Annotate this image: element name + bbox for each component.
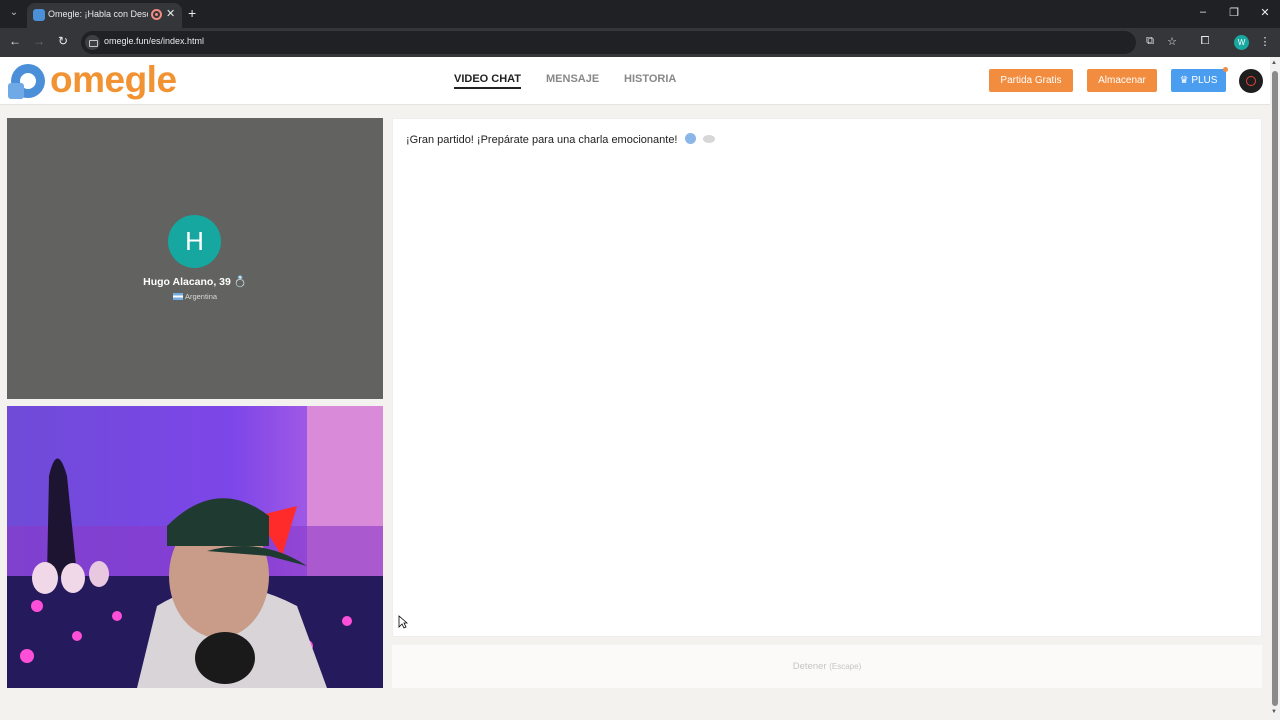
mouse-cursor-icon: [398, 615, 408, 629]
system-message: ¡Gran partido! ¡Prepárate para una charl…: [406, 133, 715, 146]
free-match-button[interactable]: Partida Gratis: [989, 69, 1073, 92]
stranger-country: Argentina: [184, 292, 218, 301]
close-window-icon[interactable]: ✕: [1257, 6, 1273, 19]
speech-bubble-icon: [702, 135, 715, 143]
reload-icon[interactable]: ↻: [55, 34, 71, 48]
nav-mensaje[interactable]: MENSAJE: [546, 73, 599, 85]
scroll-up-icon[interactable]: ▲: [1271, 60, 1277, 66]
close-tab-icon[interactable]: ✕: [166, 7, 175, 20]
omegle-logo-icon[interactable]: [6, 61, 46, 101]
stop-label: Detener: [792, 661, 827, 672]
stranger-video-panel: H Hugo Alacano, 39 💍 Argentina: [7, 118, 383, 399]
browser-tab[interactable]: Omegle: ¡Habla con Descon ✕: [27, 3, 182, 28]
stranger-name: Hugo Alacano, 39: [143, 276, 231, 288]
notification-dot: [1223, 67, 1228, 72]
extensions-icon[interactable]: ⧠: [1198, 35, 1212, 48]
back-icon[interactable]: ←: [7, 34, 23, 48]
scroll-down-icon[interactable]: ▼: [1271, 709, 1277, 715]
minimize-icon[interactable]: –: [1195, 6, 1211, 18]
install-app-icon[interactable]: ⧉: [1143, 35, 1157, 48]
argentina-flag-icon: [172, 293, 183, 300]
recording-icon: [151, 9, 162, 20]
scroll-thumb[interactable]: [1272, 71, 1278, 706]
plus-label: PLUS: [1191, 75, 1218, 86]
crown-icon: ♛: [1179, 75, 1192, 86]
menu-icon[interactable]: ⋮: [1258, 35, 1272, 48]
tab-favicon-icon: [33, 9, 45, 21]
system-message-text: ¡Gran partido! ¡Prepárate para una charl…: [406, 134, 678, 146]
store-button[interactable]: Almacenar: [1087, 69, 1157, 92]
browser-tab-bar: ⌄ Omegle: ¡Habla con Descon ✕ + – ❐ ✕: [0, 0, 1280, 28]
url-text[interactable]: omegle.fun/es/index.html: [104, 36, 204, 46]
webcam-video-image: [7, 406, 383, 688]
forward-icon[interactable]: →: [31, 34, 47, 48]
page-scrollbar[interactable]: ▲ ▼: [1270, 57, 1280, 720]
tab-title: Omegle: ¡Habla con Descon: [48, 9, 148, 19]
tab-search-icon[interactable]: ⌄: [6, 5, 22, 21]
stranger-country-row: Argentina: [7, 292, 383, 301]
stop-button[interactable]: Detener (Escape): [392, 661, 1262, 672]
stranger-name-row: Hugo Alacano, 39 💍: [7, 275, 383, 288]
plus-button[interactable]: ♛ PLUS: [1171, 69, 1226, 92]
site-header: omegle VIDEO CHAT MENSAJE HISTORIA Parti…: [0, 57, 1270, 105]
browser-toolbar: ← → ↻ omegle.fun/es/index.html ⧉ ☆ ⧠ ⋮: [0, 28, 1280, 57]
bookmark-star-icon[interactable]: ☆: [1165, 35, 1179, 48]
profile-avatar[interactable]: W: [1234, 35, 1249, 50]
stop-bar: Detener (Escape): [392, 645, 1262, 688]
logo-text[interactable]: omegle: [50, 59, 177, 101]
chat-log: ¡Gran partido! ¡Prepárate para una charl…: [392, 118, 1262, 637]
new-tab-icon[interactable]: +: [188, 5, 196, 21]
self-video-panel: [7, 406, 383, 688]
nav-historia[interactable]: HISTORIA: [624, 73, 676, 85]
stranger-avatar: H: [168, 215, 221, 268]
power-icon[interactable]: [1239, 69, 1263, 93]
restore-icon[interactable]: ❐: [1226, 6, 1242, 19]
globe-icon: [684, 133, 696, 144]
stop-hint: (Escape): [829, 662, 862, 671]
address-bar[interactable]: omegle.fun/es/index.html: [81, 31, 1136, 54]
site-info-icon[interactable]: [85, 35, 100, 50]
nav-video-chat[interactable]: VIDEO CHAT: [454, 73, 522, 89]
ring-icon: 💍: [233, 276, 247, 288]
